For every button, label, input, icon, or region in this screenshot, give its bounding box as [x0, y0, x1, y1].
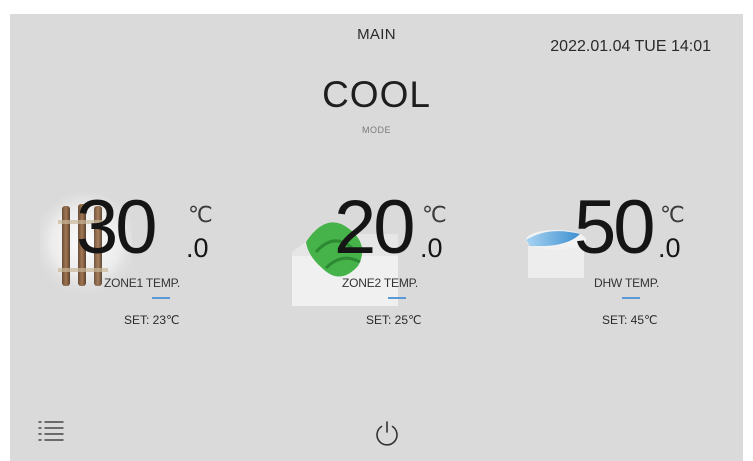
mode-label: MODE [362, 125, 391, 135]
zone2-indicator [388, 297, 406, 299]
zone1-setpoint[interactable]: SET: 23℃ [124, 313, 180, 327]
dhw-setpoint[interactable]: SET: 45℃ [602, 313, 658, 327]
dhw-temp-unit: ℃ [660, 202, 685, 227]
dhw-temp-decimal: .0 [658, 233, 681, 263]
power-button[interactable] [372, 418, 402, 448]
zone2-temp-unit: ℃ [422, 202, 447, 227]
zone1-card[interactable]: 30 ℃ .0 ZONE1 TEMP. SET: 23℃ [40, 182, 240, 342]
zone2-card[interactable]: 20 ℃ .0 ZONE2 TEMP. SET: 25℃ [286, 182, 486, 342]
power-icon [376, 421, 398, 446]
zone1-temp-unit: ℃ [188, 202, 213, 227]
zone2-label: ZONE2 TEMP. [342, 276, 419, 290]
main-screen: MAIN 2022.01.04 TUE 14:01 COOL MODE 30 ℃… [10, 14, 743, 461]
mode-value[interactable]: COOL [10, 74, 743, 116]
zone1-label: ZONE1 TEMP. [104, 276, 181, 290]
dhw-card[interactable]: 50 ℃ .0 DHW TEMP. SET: 45℃ [518, 182, 718, 342]
zone2-temp-value: 20 [334, 185, 416, 270]
zone2-temp-decimal: .0 [420, 233, 443, 263]
zone1-temp-value: 30 [76, 185, 158, 270]
dhw-indicator [622, 297, 640, 299]
menu-icon [38, 421, 64, 441]
dhw-temp-value: 50 [574, 185, 656, 270]
zone1-temp-decimal: .0 [186, 233, 209, 263]
zone2-setpoint[interactable]: SET: 25℃ [366, 313, 422, 327]
zone1-indicator [152, 297, 170, 299]
dhw-label: DHW TEMP. [594, 276, 660, 290]
menu-button[interactable] [36, 418, 66, 444]
datetime: 2022.01.04 TUE 14:01 [550, 38, 711, 55]
